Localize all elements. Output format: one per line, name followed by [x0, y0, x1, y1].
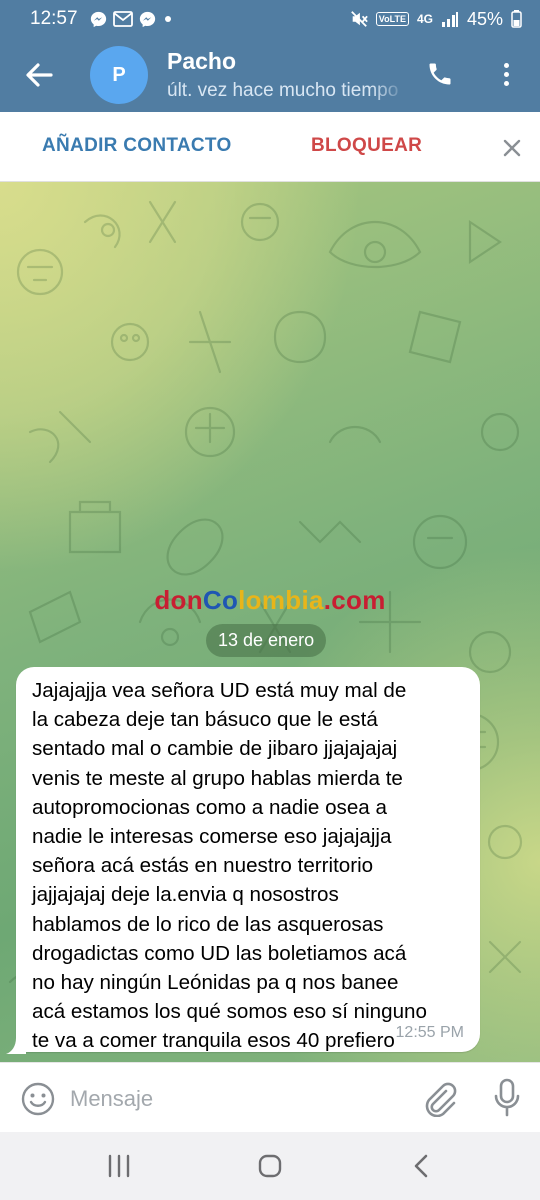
- avatar[interactable]: P: [90, 46, 148, 104]
- paperclip-icon[interactable]: [420, 1079, 458, 1117]
- chat-area[interactable]: donColombia.com 13 de enero Jajajajja ve…: [0, 182, 540, 1062]
- mail-icon: [112, 11, 133, 27]
- contact-name[interactable]: Pacho: [167, 48, 236, 75]
- arrow-left-icon: [26, 63, 53, 87]
- watermark-logo: donColombia.com: [154, 585, 386, 615]
- dot-icon: [164, 16, 171, 22]
- microphone-icon[interactable]: [488, 1077, 526, 1119]
- bubble-tail: [6, 1038, 26, 1054]
- status-time: 12:57: [30, 8, 78, 29]
- battery-percent: 45%: [466, 8, 503, 29]
- date-separator: 13 de enero: [206, 624, 327, 657]
- back-nav-icon[interactable]: [408, 1152, 436, 1180]
- back-button[interactable]: [20, 56, 58, 94]
- messenger-icon: [90, 11, 106, 27]
- chat-header: P Pacho últ. vez hace mucho tiempo: [0, 38, 540, 112]
- contact-status: últ. vez hace mucho tiempo: [167, 80, 399, 101]
- message-input-bar: [0, 1062, 540, 1132]
- message-time: 12:55 PM: [395, 1024, 464, 1041]
- contact-action-bar: AÑADIR CONTACTO BLOQUEAR: [0, 112, 540, 182]
- emoji-icon[interactable]: [20, 1081, 56, 1117]
- messenger-icon: [139, 11, 155, 27]
- volte-icon: VoLTE: [375, 12, 409, 26]
- phone-icon: [429, 63, 451, 85]
- message-text: Jajajajja vea señora UD está muy mal de …: [32, 679, 427, 1062]
- dot-icon: [503, 71, 509, 77]
- close-icon: [503, 139, 521, 157]
- notification-icons: [90, 11, 174, 28]
- message-input[interactable]: [70, 1081, 400, 1117]
- call-button[interactable]: [422, 56, 458, 92]
- block-button[interactable]: BLOQUEAR: [311, 135, 422, 157]
- message-bubble[interactable]: Jajajajja vea señora UD está muy mal de …: [16, 667, 480, 1062]
- system-navigation-bar: [0, 1132, 540, 1200]
- signal-icon: [441, 12, 458, 27]
- more-options-button[interactable]: [492, 56, 520, 92]
- status-icons: VoLTE 4G 45%: [350, 9, 522, 30]
- recent-apps-icon[interactable]: [104, 1152, 134, 1180]
- close-action-bar-button[interactable]: [497, 133, 527, 163]
- home-icon[interactable]: [256, 1152, 284, 1180]
- dot-icon: [503, 62, 509, 68]
- mute-icon: [350, 11, 368, 27]
- add-contact-button[interactable]: AÑADIR CONTACTO: [42, 135, 232, 157]
- battery-icon: [511, 10, 522, 28]
- status-bar: 12:57 VoLTE 4G 45%: [0, 0, 540, 38]
- dot-icon: [503, 80, 509, 86]
- 4g-icon: 4G: [416, 12, 433, 26]
